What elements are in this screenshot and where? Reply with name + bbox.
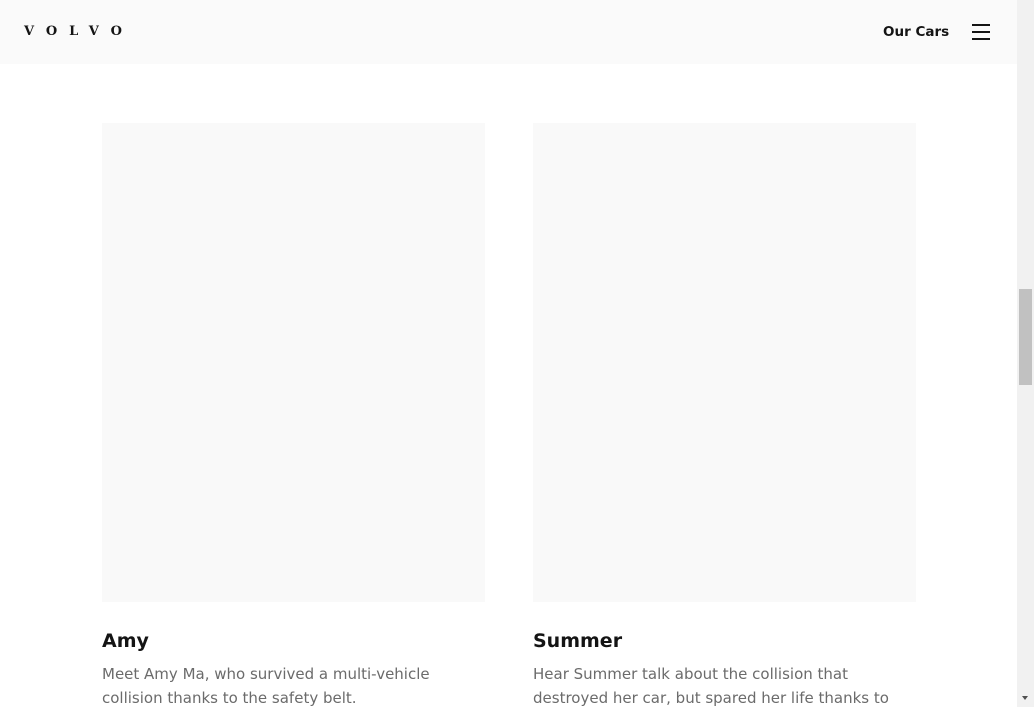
story-media-placeholder[interactable] [533,123,916,602]
menu-button[interactable] [967,20,995,44]
menu-icon-bar [972,31,990,33]
menu-icon-bar [972,38,990,40]
story-title: Summer [533,630,623,652]
menu-icon-bar [972,24,990,26]
scrollbar-thumb[interactable] [1019,289,1032,385]
scroll-down-arrow-icon[interactable] [1017,690,1034,707]
story-title: Amy [102,630,149,652]
story-description: Meet Amy Ma, who survived a multi-vehicl… [102,665,430,707]
page: VOLVO Our Cars Amy Meet Amy Ma, who surv… [0,0,1034,707]
vertical-scrollbar[interactable] [1017,0,1034,707]
our-cars-link[interactable]: Our Cars [883,23,949,41]
story-card-amy[interactable]: Amy Meet Amy Ma, who survived a multi-ve… [102,123,485,707]
volvo-logo[interactable]: VOLVO [24,24,134,40]
story-card-summer[interactable]: Summer Hear Summer talk about the collis… [533,123,916,707]
scroll-up-arrow-icon[interactable] [1017,0,1034,17]
site-header: VOLVO Our Cars [0,0,1017,64]
story-media-placeholder[interactable] [102,123,485,602]
story-description: Hear Summer talk about the collision tha… [533,665,889,707]
